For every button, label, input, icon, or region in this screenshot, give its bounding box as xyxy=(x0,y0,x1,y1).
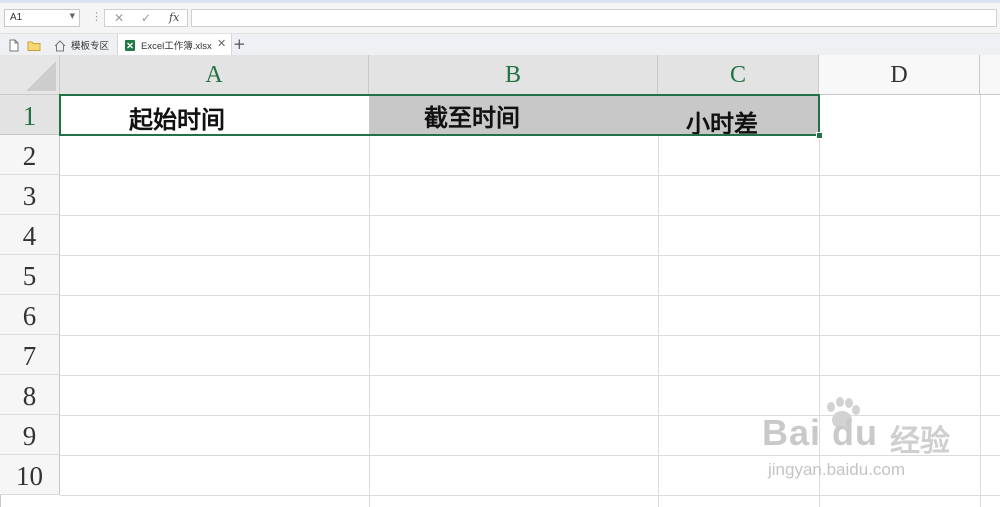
formula-input[interactable] xyxy=(191,9,997,27)
baidu-jingyan-watermark: Bai du 经验 jingyan.baidu.com xyxy=(762,397,992,490)
column-header-d[interactable]: D xyxy=(819,55,980,95)
gridline xyxy=(369,95,370,507)
formula-buttons: ✕ ✓ fx xyxy=(104,9,188,27)
gridline xyxy=(60,215,1000,216)
insert-function-icon[interactable]: fx xyxy=(169,11,179,24)
tab-label: 模板专区 xyxy=(71,41,110,52)
name-box-value: A1 xyxy=(10,12,23,23)
watermark-cn: 经验 xyxy=(890,424,950,459)
more-options-icon[interactable]: ⋮ xyxy=(91,10,102,23)
row-header-8[interactable]: 8 xyxy=(0,375,60,415)
gridline xyxy=(60,495,1000,496)
chevron-down-icon[interactable]: ▼ xyxy=(70,12,75,20)
gridline xyxy=(60,255,1000,256)
fill-handle[interactable] xyxy=(816,132,823,139)
name-box[interactable]: A1 ▼ xyxy=(4,9,80,27)
row-header-6[interactable]: 6 xyxy=(0,295,60,335)
column-header-e[interactable] xyxy=(980,55,1000,95)
row-header-3[interactable]: 3 xyxy=(0,175,60,215)
column-header-a[interactable]: A xyxy=(60,55,369,95)
close-icon[interactable]: ✕ xyxy=(217,37,226,50)
select-all-corner[interactable] xyxy=(0,55,60,95)
gridline xyxy=(60,295,1000,296)
cancel-icon[interactable]: ✕ xyxy=(114,11,124,25)
gridline xyxy=(60,375,1000,376)
document-tab-strip: 模板专区 Excel工作簿.xlsx ✕ + xyxy=(0,34,1000,56)
folder-icon[interactable] xyxy=(27,37,41,51)
excel-file-icon xyxy=(124,37,136,51)
formula-bar: A1 ▼ ⋮ ✕ ✓ fx xyxy=(0,3,1000,34)
row-header-1[interactable]: 1 xyxy=(0,95,60,135)
gridline xyxy=(60,175,1000,176)
watermark-url: jingyan.baidu.com xyxy=(768,460,906,479)
row-header-9[interactable]: 9 xyxy=(0,415,60,455)
row-header-7[interactable]: 7 xyxy=(0,335,60,375)
gridline xyxy=(60,335,1000,336)
tab-templates[interactable]: 模板专区 xyxy=(47,34,117,55)
tab-excel-workbook[interactable]: Excel工作簿.xlsx ✕ xyxy=(117,34,232,56)
confirm-icon[interactable]: ✓ xyxy=(141,11,151,25)
add-tab-icon[interactable]: + xyxy=(233,35,246,53)
watermark-logo: Bai du xyxy=(762,412,879,453)
gridline xyxy=(658,95,659,507)
new-document-icon[interactable] xyxy=(8,37,20,52)
row-header-10[interactable]: 10 xyxy=(0,455,60,495)
selection-border xyxy=(59,94,820,136)
column-header-b[interactable]: B xyxy=(369,55,658,95)
home-icon xyxy=(54,37,66,52)
row-header-2[interactable]: 2 xyxy=(0,135,60,175)
row-header-4[interactable]: 4 xyxy=(0,215,60,255)
tab-label: Excel工作簿.xlsx xyxy=(141,41,212,52)
column-header-c[interactable]: C xyxy=(658,55,819,95)
row-header-5[interactable]: 5 xyxy=(0,255,60,295)
